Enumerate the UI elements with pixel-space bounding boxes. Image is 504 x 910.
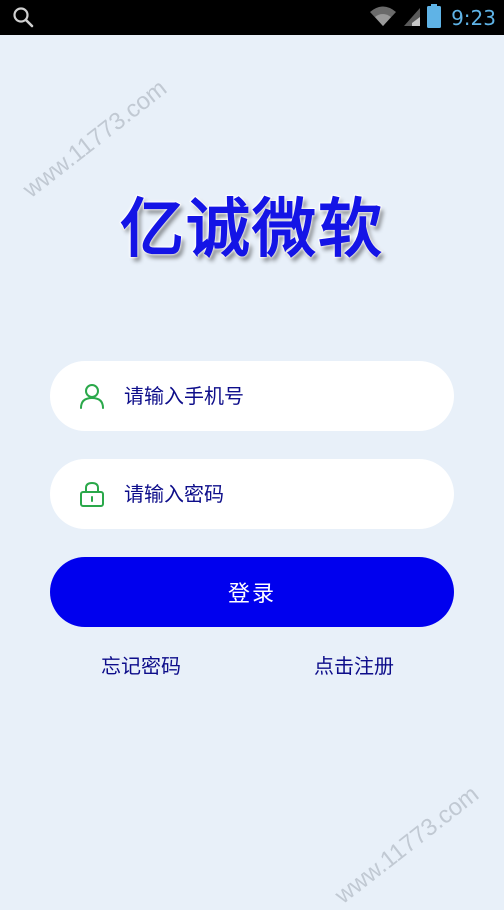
forgot-password-link[interactable]: 忘记密码 <box>101 650 181 679</box>
login-button[interactable]: 登录 <box>50 557 454 627</box>
register-link[interactable]: 点击注册 <box>314 650 394 679</box>
status-bar: 9:23 <box>0 0 504 35</box>
password-input[interactable] <box>122 481 426 507</box>
password-field[interactable] <box>50 459 454 529</box>
lock-icon <box>78 480 106 508</box>
wifi-icon <box>369 5 397 31</box>
user-icon <box>78 382 106 410</box>
phone-input[interactable] <box>122 383 426 409</box>
search-icon[interactable] <box>12 6 34 32</box>
signal-icon <box>403 5 421 31</box>
status-time: 9:23 <box>451 5 496 30</box>
app-title: 亿诚微软 <box>119 192 384 268</box>
battery-icon <box>427 3 442 32</box>
status-icons: 9:23 <box>369 0 496 35</box>
phone-field[interactable] <box>50 361 454 431</box>
watermark: www.11773.com <box>330 780 484 910</box>
